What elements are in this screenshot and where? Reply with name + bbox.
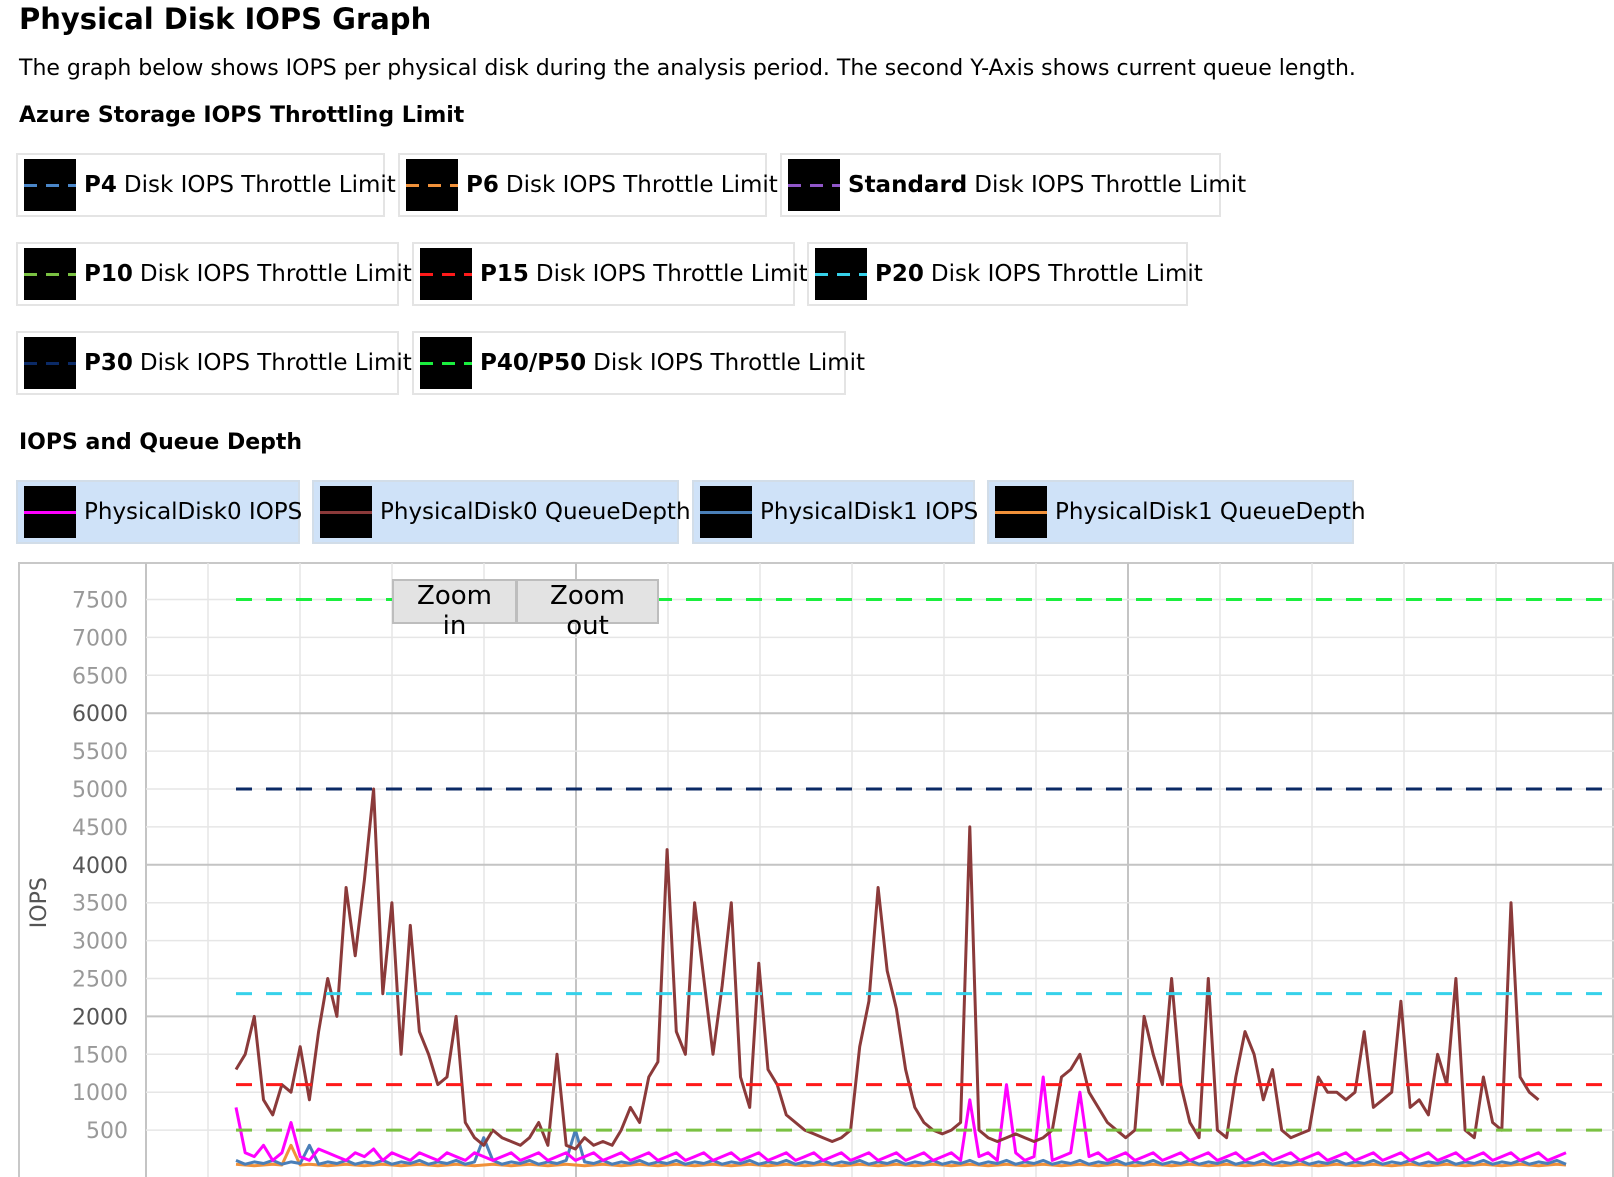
legend-p6[interactable]: P6 Disk IOPS Throttle Limit <box>398 153 778 217</box>
legend-physicaldisk1-iops[interactable]: PhysicalDisk1 IOPS <box>692 480 978 544</box>
y-tick-label: 2000 <box>72 1005 128 1030</box>
legend-physicaldisk0-iops[interactable]: PhysicalDisk0 IOPS <box>16 480 302 544</box>
throttle-legend-heading: Azure Storage IOPS Throttling Limit <box>19 103 465 128</box>
solid-line-swatch-icon <box>320 486 372 538</box>
dashed-line-swatch-icon <box>24 248 76 300</box>
y-tick-label: 4000 <box>72 854 128 879</box>
y-tick-label: 6500 <box>72 664 128 689</box>
y-tick-label: 1000 <box>72 1081 128 1106</box>
dashed-line-swatch-icon <box>420 337 472 389</box>
page-description: The graph below shows IOPS per physical … <box>19 56 1356 81</box>
legend-p10[interactable]: P10 Disk IOPS Throttle Limit <box>16 242 412 306</box>
legend-p30[interactable]: P30 Disk IOPS Throttle Limit <box>16 331 412 395</box>
y-tick-label: 3000 <box>72 930 128 955</box>
zoom-in-button[interactable]: Zoom in <box>392 579 517 641</box>
legend-p15[interactable]: P15 Disk IOPS Throttle Limit <box>412 242 808 306</box>
legend-physicaldisk1-queuedepth[interactable]: PhysicalDisk1 QueueDepth <box>987 480 1366 544</box>
y-tick-label: 3500 <box>72 892 128 917</box>
iops-chart: 7500 7000 6500 6000 5500 5000 4500 4000 3500 3000… <box>18 562 1614 1177</box>
dashed-line-swatch-icon <box>406 159 458 211</box>
y-tick-label: 5500 <box>72 740 128 765</box>
y-tick-label: 500 <box>86 1119 128 1144</box>
legend-p40-p50[interactable]: P40/P50 Disk IOPS Throttle Limit <box>412 331 865 395</box>
y-axis-label: IOPS <box>27 877 52 928</box>
zoom-out-button[interactable]: Zoom out <box>516 579 659 641</box>
y-tick-label: 2500 <box>72 968 128 993</box>
y-tick-label: 6000 <box>72 702 128 727</box>
dashed-line-swatch-icon <box>24 159 76 211</box>
solid-line-swatch-icon <box>700 486 752 538</box>
page-title: Physical Disk IOPS Graph <box>19 2 432 36</box>
y-tick-label: 1500 <box>72 1043 128 1068</box>
dashed-line-swatch-icon <box>815 248 867 300</box>
legend-p20[interactable]: P20 Disk IOPS Throttle Limit <box>807 242 1203 306</box>
dashed-line-swatch-icon <box>420 248 472 300</box>
y-tick-label: 7500 <box>72 589 128 614</box>
dashed-line-swatch-icon <box>24 337 76 389</box>
y-tick-label: 7000 <box>72 626 128 651</box>
solid-line-swatch-icon <box>24 486 76 538</box>
legend-physicaldisk0-queuedepth[interactable]: PhysicalDisk0 QueueDepth <box>312 480 691 544</box>
series-legend-heading: IOPS and Queue Depth <box>19 430 303 455</box>
dashed-line-swatch-icon <box>788 159 840 211</box>
y-tick-label: 4500 <box>72 816 128 841</box>
legend-p4[interactable]: P4 Disk IOPS Throttle Limit <box>16 153 396 217</box>
legend-standard[interactable]: Standard Disk IOPS Throttle Limit <box>780 153 1246 217</box>
solid-line-swatch-icon <box>995 486 1047 538</box>
y-tick-label: 5000 <box>72 778 128 803</box>
